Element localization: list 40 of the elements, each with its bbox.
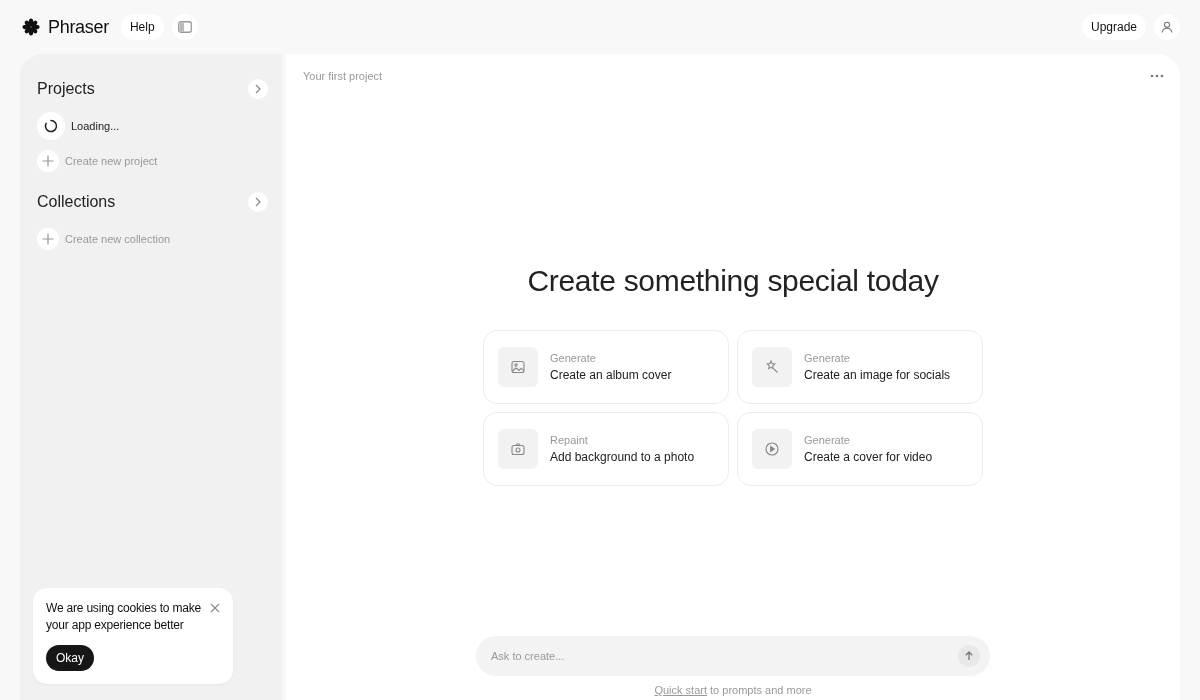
help-button[interactable]: Help: [120, 14, 164, 40]
cookie-message: We are using cookies to make your app experience better: [46, 600, 202, 634]
close-icon[interactable]: [209, 602, 221, 614]
app-name: Phraser: [48, 16, 109, 38]
play-icon: [752, 429, 792, 469]
prompt-card[interactable]: Generate Create an album cover: [483, 330, 729, 404]
card-category: Repaint: [550, 434, 589, 446]
page-heading: Create something special today: [527, 264, 939, 298]
card-title: Add background to a photo: [550, 450, 695, 464]
sidebar-toggle-button[interactable]: [171, 14, 198, 40]
quick-start-hint: Quick start to prompts and more: [654, 684, 812, 696]
plus-icon[interactable]: [37, 228, 59, 250]
person-icon: [1161, 21, 1173, 33]
camera-icon: [498, 429, 538, 469]
card-category: Generate: [550, 352, 597, 364]
sparkle-wand-icon: [752, 347, 792, 387]
okay-button[interactable]: Okay: [46, 645, 94, 671]
plus-icon[interactable]: [37, 150, 59, 172]
card-category: Generate: [804, 434, 851, 446]
asterisk-logo-icon: [22, 18, 40, 36]
prompt-card[interactable]: Repaint Add background to a photo: [483, 412, 729, 486]
card-title: Create a cover for video: [804, 450, 933, 464]
card-title: Create an image for socials: [804, 368, 951, 382]
sidebar-panel-icon: [177, 21, 192, 33]
upgrade-button[interactable]: Upgrade: [1081, 14, 1146, 40]
loading-label: Loading...: [71, 120, 120, 132]
card-title: Create an album cover: [550, 368, 672, 382]
image-icon: [498, 347, 538, 387]
chevron-right-icon[interactable]: [248, 79, 268, 99]
arrow-up-icon: [964, 651, 974, 661]
loading-spinner-icon: [37, 112, 65, 140]
section-title: Projects: [37, 80, 95, 98]
prompt-card[interactable]: Generate Create an image for socials: [737, 330, 983, 404]
project-title: Your first project: [303, 70, 383, 82]
chevron-right-icon[interactable]: [248, 192, 268, 212]
prompt-card[interactable]: Generate Create a cover for video: [737, 412, 983, 486]
section-title: Collections: [37, 193, 116, 211]
prompt-field[interactable]: Ask to create...: [476, 636, 990, 676]
card-category: Generate: [804, 352, 851, 364]
account-button[interactable]: [1154, 14, 1180, 40]
